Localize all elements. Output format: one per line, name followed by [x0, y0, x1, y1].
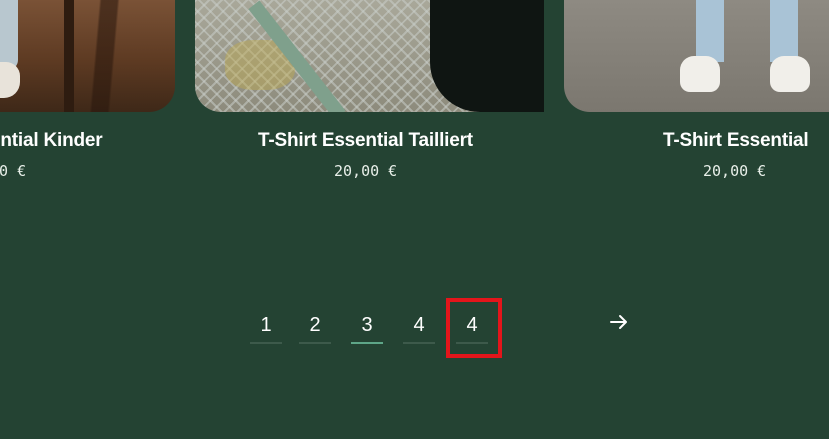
- product-title[interactable]: ential Kinder: [0, 130, 103, 152]
- person-figure: [430, 0, 544, 112]
- product-image-left[interactable]: [0, 0, 175, 112]
- page-link-2[interactable]: 2: [299, 310, 331, 344]
- product-title[interactable]: T-Shirt Essential: [663, 130, 809, 152]
- page-number: 1: [260, 314, 272, 336]
- next-page-button[interactable]: [608, 311, 630, 333]
- jeans-leg-left: [696, 0, 724, 62]
- page-number: 3: [361, 314, 373, 336]
- page-underline: [250, 342, 282, 344]
- arrow-right-icon: [610, 315, 627, 329]
- page-underline: [403, 342, 435, 344]
- sneaker: [0, 62, 20, 98]
- product-price: 20,00 €: [703, 162, 767, 180]
- jeans-leg: [0, 0, 18, 70]
- chair-post: [64, 0, 74, 112]
- page-link-4[interactable]: 4: [403, 310, 435, 344]
- highlight-box: [446, 298, 502, 358]
- page-link-3-current[interactable]: 3: [351, 310, 383, 344]
- jeans-leg-right: [770, 0, 798, 62]
- page-number: 4: [413, 314, 425, 336]
- sneaker-right: [770, 56, 810, 92]
- product-image-middle[interactable]: [195, 0, 544, 112]
- sneaker-left: [680, 56, 720, 92]
- page-underline: [299, 342, 331, 344]
- product-price: 20,00 €: [334, 162, 398, 180]
- page-number: 2: [309, 314, 321, 336]
- product-title[interactable]: T-Shirt Essential Tailliert: [258, 130, 473, 152]
- product-image-right[interactable]: [564, 0, 829, 112]
- product-price: 00 €: [0, 162, 27, 180]
- page-underline-active: [351, 342, 383, 344]
- page-link-1[interactable]: 1: [250, 310, 282, 344]
